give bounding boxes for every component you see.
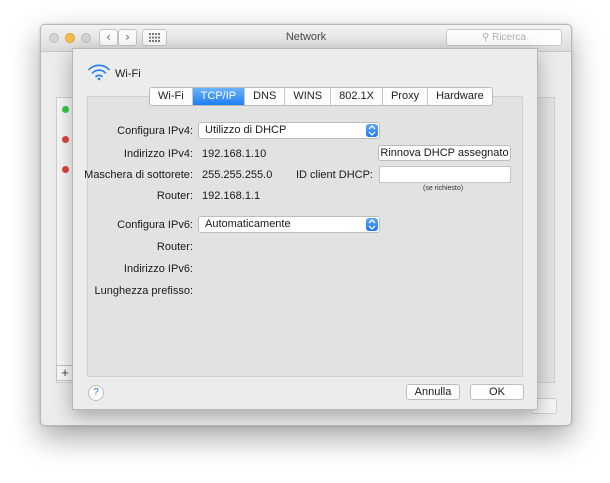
ok-button[interactable]: OK [470,384,524,400]
tab-wins[interactable]: WINS [285,88,332,105]
configure-ipv4-popup[interactable]: Utilizzo di DHCP [198,122,380,139]
tab-dns[interactable]: DNS [245,88,286,105]
interface-name: Wi-Fi [115,68,141,80]
search-icon: ⚲ [481,32,490,43]
tab-wifi[interactable]: Wi-Fi [150,88,193,105]
tab-tcpip[interactable]: TCP/IP [192,88,246,105]
subnet-mask-label: Maschera di sottorete: [84,169,193,181]
renew-dhcp-button[interactable]: Rinnova DHCP assegnato [378,145,511,161]
ipv4-router-label: Router: [156,190,193,202]
ipv6-router-label: Router: [156,241,193,253]
configure-ipv6-value: Automaticamente [205,218,291,230]
configure-ipv6-label: Configura IPv6: [117,219,193,231]
wifi-icon [88,64,110,81]
ipv4-address-value: 192.168.1.10 [202,148,267,160]
configure-ipv6-popup[interactable]: Automaticamente [198,216,380,233]
ipv6-address-label: Indirizzo IPv6: [123,263,193,275]
status-dot-disconnected [62,136,69,143]
dhcp-client-id-label: ID client DHCP: [295,169,373,181]
tab-8021x[interactable]: 802.1X [331,88,383,105]
detail-pane-edge [538,97,555,383]
ipv4-router-value: 192.168.1.1 [202,190,261,202]
prefix-length-label: Lunghezza prefisso: [94,285,193,297]
dhcp-client-id-hint: (se richiesto) [423,185,464,192]
advanced-settings-sheet: Wi-Fi Wi-Fi TCP/IP DNS WINS 802.1X Proxy… [72,48,538,410]
help-button[interactable]: ? [88,385,104,401]
tab-proxy[interactable]: Proxy [383,88,429,105]
search-field[interactable]: ⚲ Ricerca [446,29,562,46]
subnet-mask-value: 255.255.255.0 [202,169,273,181]
configure-ipv4-value: Utilizzo di DHCP [205,124,287,136]
configure-ipv4-label: Configura IPv4: [117,125,193,137]
status-dot-disconnected [62,166,69,173]
dhcp-client-id-input[interactable] [379,166,511,183]
ipv4-address-label: Indirizzo IPv4: [123,148,193,160]
cancel-button[interactable]: Annulla [406,384,460,400]
status-dot-connected [62,106,69,113]
tab-bar: Wi-Fi TCP/IP DNS WINS 802.1X Proxy Hardw… [149,87,493,106]
search-placeholder: Ricerca [492,32,526,43]
popup-arrows-icon [366,124,378,137]
popup-arrows-icon [366,218,378,231]
tab-hardware[interactable]: Hardware [428,88,492,105]
